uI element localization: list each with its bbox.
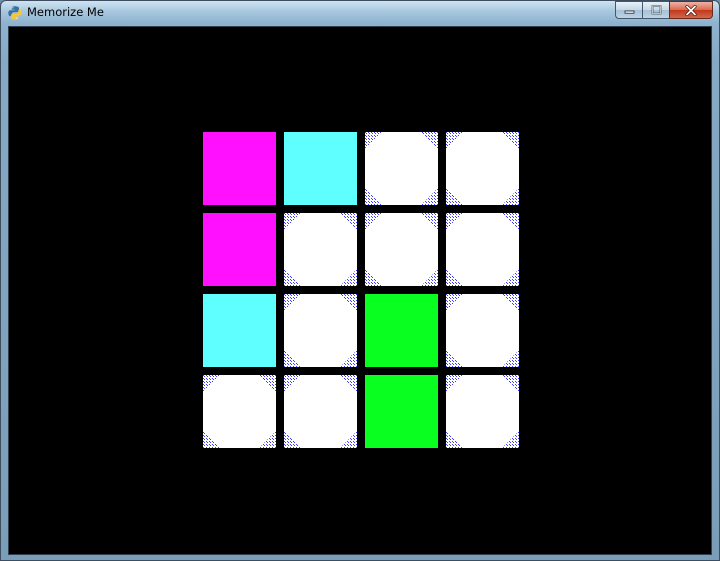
tile-face — [203, 375, 276, 448]
tile-face — [365, 213, 438, 286]
hidden-tile[interactable] — [284, 294, 357, 367]
title-bar[interactable]: Memorize Me — [1, 1, 719, 25]
tile-face — [284, 213, 357, 286]
minimize-button[interactable] — [615, 1, 642, 19]
hidden-tile[interactable] — [365, 213, 438, 286]
tile-face — [365, 132, 438, 205]
hidden-tile[interactable] — [284, 375, 357, 448]
revealed-tile[interactable] — [203, 213, 276, 286]
hidden-tile[interactable] — [446, 294, 519, 367]
window-title: Memorize Me — [27, 5, 104, 19]
minimize-icon — [624, 10, 634, 14]
revealed-tile[interactable] — [203, 132, 276, 205]
tile-face — [446, 294, 519, 367]
tile-face — [446, 213, 519, 286]
memory-board — [203, 132, 520, 449]
maximize-icon — [651, 5, 661, 15]
revealed-tile[interactable] — [203, 294, 276, 367]
window-controls — [615, 1, 713, 19]
hidden-tile[interactable] — [284, 213, 357, 286]
python-icon[interactable] — [7, 5, 23, 21]
hidden-tile[interactable] — [446, 375, 519, 448]
game-canvas[interactable] — [8, 26, 712, 555]
app-window: Memorize Me — [0, 0, 720, 561]
revealed-tile[interactable] — [365, 375, 438, 448]
close-icon — [685, 4, 697, 16]
maximize-button[interactable] — [642, 1, 669, 19]
revealed-tile[interactable] — [365, 294, 438, 367]
hidden-tile[interactable] — [203, 375, 276, 448]
hidden-tile[interactable] — [446, 213, 519, 286]
tile-face — [284, 294, 357, 367]
hidden-tile[interactable] — [365, 132, 438, 205]
tile-face — [284, 375, 357, 448]
tile-face — [446, 132, 519, 205]
close-button[interactable] — [669, 1, 713, 19]
tile-face — [446, 375, 519, 448]
hidden-tile[interactable] — [446, 132, 519, 205]
revealed-tile[interactable] — [284, 132, 357, 205]
